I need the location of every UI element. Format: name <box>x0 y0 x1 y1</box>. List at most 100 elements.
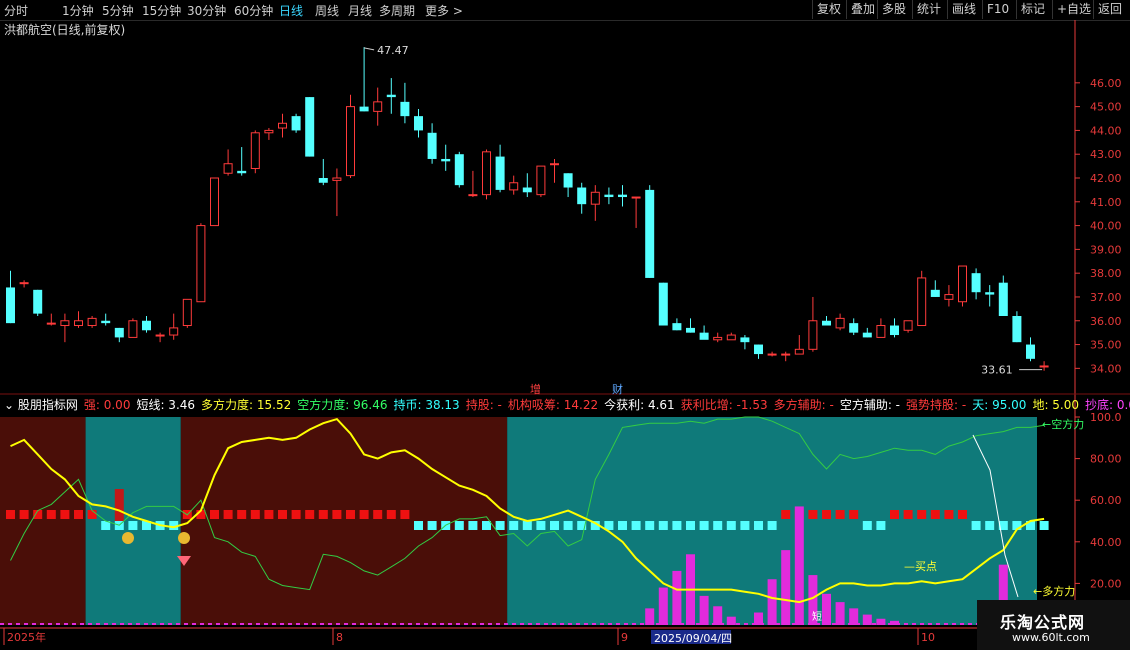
state-square <box>917 510 927 519</box>
bull-bar <box>822 593 831 625</box>
indicator-zone <box>0 417 86 625</box>
candle-body <box>46 322 56 325</box>
candle-body <box>101 320 111 324</box>
candle-body <box>346 106 355 177</box>
candle-body <box>318 178 328 183</box>
price-tick-label: 45.00 <box>1090 101 1122 114</box>
candle-body <box>250 132 260 169</box>
state-square <box>509 521 519 530</box>
state-square <box>305 510 315 519</box>
event-marker: 财 <box>612 382 623 396</box>
state-square <box>890 510 899 519</box>
candle-body <box>305 97 315 157</box>
price-tick-label: 37.00 <box>1090 291 1122 304</box>
candle-body <box>890 325 899 336</box>
indicator-name[interactable]: ⌄ 股朋指标网 <box>4 398 78 412</box>
kline-chart[interactable]: 46.00 45.00 44.00 43.00 42.00 41.00 40.00 39.00… <box>0 0 1130 650</box>
candle-body <box>917 277 927 327</box>
candle-body <box>835 317 845 329</box>
state-square <box>726 521 736 530</box>
bull-bar <box>713 606 723 625</box>
candle-body <box>142 320 151 331</box>
legend-item: 今获利: 4.61 <box>604 398 675 412</box>
candle-body <box>114 327 124 338</box>
price-tick-label: 46.00 <box>1090 77 1122 90</box>
legend-item: 机构吸筹: 14.22 <box>507 398 599 412</box>
candle-body <box>590 191 600 205</box>
state-square <box>658 521 668 530</box>
candle-body <box>536 165 546 196</box>
legend-item: 多方辅助: - <box>773 398 834 412</box>
state-square <box>849 510 859 519</box>
indicator-tick-label: 60.00 <box>1090 494 1122 507</box>
state-square <box>645 521 655 530</box>
state-square <box>903 510 913 519</box>
state-square <box>60 510 70 519</box>
state-square <box>536 521 546 530</box>
candle-body <box>74 320 83 327</box>
candle-body <box>223 163 233 174</box>
legend-item: 持股: - <box>465 398 502 412</box>
candle-body <box>264 129 274 134</box>
candle-body <box>33 289 43 314</box>
indicator-tick-label: 20.00 <box>1090 577 1122 590</box>
indicator-tick-label: 100.0 <box>1090 411 1122 424</box>
state-square <box>237 510 247 519</box>
indicator-tick-label: 80.00 <box>1090 453 1122 466</box>
state-square <box>767 521 777 530</box>
state-square <box>686 521 695 530</box>
candle-body <box>985 292 995 295</box>
state-square <box>740 521 750 530</box>
state-square <box>1039 521 1049 530</box>
money-bag-icon <box>122 532 134 544</box>
candle-body <box>876 325 886 338</box>
state-square <box>876 521 886 530</box>
buy-point-label: —买点 <box>904 560 937 573</box>
candle-body <box>87 317 97 327</box>
legend-item: 空方辅助: - <box>839 398 901 412</box>
candle-body <box>686 327 695 333</box>
state-square <box>835 510 845 519</box>
candle-body <box>386 94 396 98</box>
legend-item: 多方力度: 15.52 <box>201 398 292 412</box>
candle-body <box>754 344 763 355</box>
candle-body <box>808 320 818 350</box>
candle-body <box>658 282 668 326</box>
state-square <box>862 521 872 530</box>
state-square <box>318 510 328 519</box>
candle-body <box>373 101 383 112</box>
state-square <box>522 521 532 530</box>
state-square <box>985 521 995 530</box>
short-line-label: 短 <box>812 610 822 623</box>
state-square <box>414 521 423 530</box>
bull-bar <box>794 506 804 625</box>
state-square <box>223 510 233 519</box>
candle-body <box>509 182 519 191</box>
legend-item: 强势持股: - <box>906 398 967 412</box>
candle-body <box>862 332 872 338</box>
state-square <box>482 521 491 530</box>
state-square <box>822 510 831 519</box>
state-square <box>6 510 15 519</box>
price-tick-label: 43.00 <box>1090 148 1122 161</box>
candle-body <box>400 101 410 117</box>
price-tick-label: 41.00 <box>1090 196 1122 209</box>
candle-body <box>169 327 179 336</box>
watermark-url: www.60lt.com <box>1012 631 1090 644</box>
high-marker-arrow <box>364 47 375 51</box>
candle-body <box>577 187 587 205</box>
candle-body <box>998 282 1008 316</box>
state-square <box>930 510 940 519</box>
price-tick-label: 40.00 <box>1090 220 1122 233</box>
candle-body <box>645 189 655 278</box>
candle-body <box>903 320 913 331</box>
price-tick-label: 39.00 <box>1090 243 1122 256</box>
price-tick-label: 36.00 <box>1090 315 1122 328</box>
date-tick-label: 9 <box>621 631 628 644</box>
candle-body <box>6 287 15 324</box>
state-square <box>427 521 437 530</box>
state-square <box>87 510 97 519</box>
state-square <box>386 510 396 519</box>
state-square <box>754 521 763 530</box>
bull-bar <box>767 579 777 625</box>
